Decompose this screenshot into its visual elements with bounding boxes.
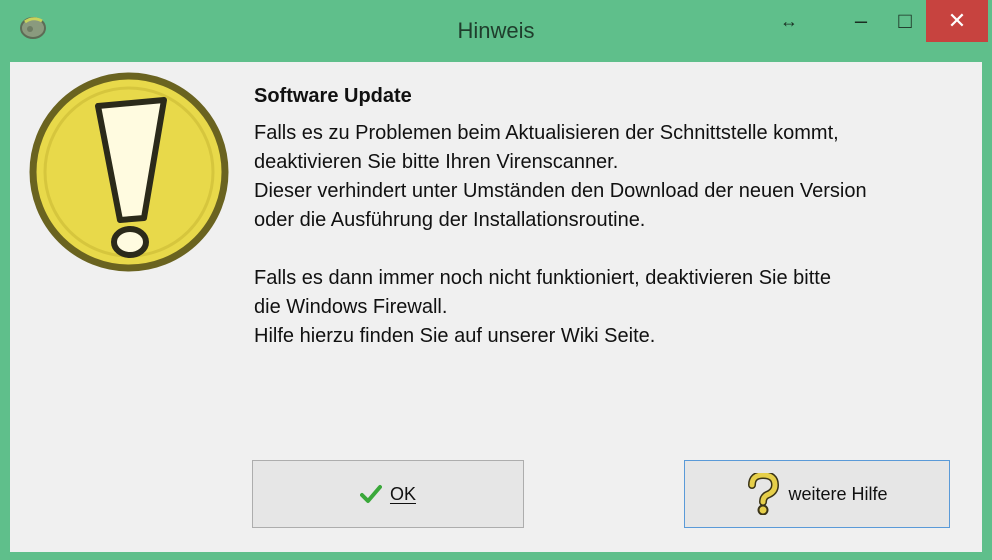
ok-button[interactable]: OK [252, 460, 524, 528]
message-heading: Software Update [254, 85, 412, 107]
maximize-button[interactable]: □ [882, 0, 928, 42]
further-help-label: weitere Hilfe [788, 483, 888, 504]
ok-button-label: OK [389, 483, 416, 504]
message-area: Software Update Falls es zu Problemen be… [254, 82, 954, 351]
dialog-content: Software Update Falls es zu Problemen be… [10, 62, 982, 552]
minimize-button[interactable]: – [838, 0, 884, 42]
further-help-button[interactable]: weitere Hilfe [684, 460, 950, 528]
checkmark-icon [359, 484, 382, 504]
resize-icon[interactable]: ↔ [766, 0, 812, 42]
exclamation-warning-icon [24, 66, 234, 276]
question-mark-icon [746, 473, 780, 515]
title-bar[interactable]: Hinweis ↔ – □ ✕ [0, 0, 992, 62]
dialog-window: Hinweis ↔ – □ ✕ Software Update Falls es… [0, 0, 992, 560]
message-paragraph-1: Falls es zu Problemen beim Aktualisieren… [254, 122, 867, 231]
close-button[interactable]: ✕ [926, 0, 988, 42]
message-paragraph-2: Falls es dann immer noch nicht funktioni… [254, 267, 831, 347]
